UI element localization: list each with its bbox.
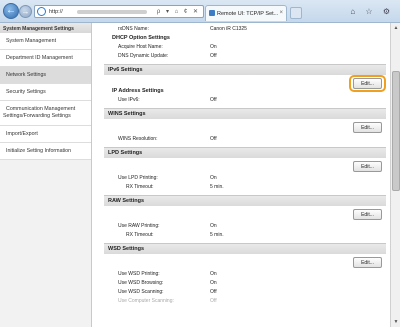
setting-label: Use IPv6:	[118, 97, 140, 103]
setting-label: Use WSD Browsing:	[118, 280, 164, 286]
setting-row: Use IPv6: Off	[104, 96, 386, 105]
setting-row: Use Computer Scanning: Off	[104, 297, 386, 306]
setting-value: On	[210, 280, 217, 286]
setting-value: Off	[210, 97, 217, 103]
sidebar-item-label: Communication Management	[6, 106, 76, 112]
setting-label: Use LPD Printing:	[118, 175, 158, 181]
scroll-up-icon[interactable]: ▲	[392, 24, 400, 32]
back-button[interactable]: ←	[3, 3, 19, 19]
sidebar-item-network-settings[interactable]: Network Settings	[0, 67, 91, 84]
setting-row: Use WSD Scanning: Off	[104, 288, 386, 297]
setting-label: RX Timeout:	[126, 232, 154, 238]
setting-value: 5 min.	[210, 232, 224, 238]
sidebar-item-department-id[interactable]: Department ID Management	[0, 50, 91, 67]
setting-row: WINS Resolution: Off	[104, 135, 386, 144]
lpd-section-header: LPD Settings	[104, 147, 386, 158]
ipv6-edit-button[interactable]: Edit...	[353, 78, 382, 89]
setting-value: On	[210, 175, 217, 181]
setting-label: Use WSD Printing:	[118, 271, 160, 277]
raw-edit-row: Edit...	[104, 206, 386, 222]
address-redacted	[77, 10, 147, 14]
ipv6-section-header: IPv6 Settings	[104, 64, 386, 75]
setting-value: On	[210, 223, 217, 229]
sidebar-header: System Management Settings	[0, 23, 91, 33]
setting-row: Use WSD Browsing: On	[104, 279, 386, 288]
sidebar-item-system-management[interactable]: System Management	[0, 33, 91, 50]
setting-value: On	[210, 271, 217, 277]
setting-value: Off	[210, 298, 217, 304]
tab-close-icon[interactable]: ×	[279, 10, 283, 16]
browser-chrome: ← → http:// ρ ▾ ⌂ ¢ ✕ Remote UI: TCP/IP …	[0, 0, 400, 23]
setting-row: Acquire Host Name: On	[104, 43, 386, 52]
setting-value: Off	[210, 289, 217, 295]
browser-tab[interactable]: Remote UI: TCP/IP Set... ×	[205, 5, 287, 21]
scroll-down-icon[interactable]: ▼	[392, 318, 400, 326]
sidebar-item-initialize[interactable]: Initialize Setting Information	[0, 143, 91, 160]
raw-section-header: RAW Settings	[104, 195, 386, 206]
ie-logo-icon	[37, 7, 46, 16]
setting-row: RX Timeout: 5 min.	[104, 183, 386, 192]
vertical-scrollbar[interactable]: ▲ ▼	[390, 23, 400, 327]
sidebar-item-communication-management[interactable]: Communication Management Settings/Forwar…	[0, 101, 91, 126]
address-bar[interactable]: http:// ρ ▾ ⌂ ¢ ✕	[34, 5, 204, 18]
setting-row: Use WSD Printing: On	[104, 270, 386, 279]
setting-row: DNS Dynamic Update: Off	[104, 52, 386, 61]
setting-row: Use RAW Printing: On	[104, 222, 386, 231]
settings-content: rxDNS Name: Canon iR C1325 DHCP Option S…	[104, 23, 386, 327]
back-arrow-icon: ←	[6, 5, 16, 16]
tab-title: Remote UI: TCP/IP Set...	[217, 11, 279, 17]
setting-label: Use Computer Scanning:	[118, 298, 174, 304]
setting-row: rxDNS Name: Canon iR C1325	[104, 25, 386, 34]
wins-edit-button[interactable]: Edit...	[353, 122, 382, 133]
new-tab-button[interactable]	[290, 7, 302, 19]
address-tools-icons[interactable]: ρ ▾ ⌂ ¢ ✕	[157, 8, 200, 15]
favicon-icon	[209, 10, 215, 16]
raw-edit-button[interactable]: Edit...	[353, 209, 382, 220]
wsd-edit-button[interactable]: Edit...	[353, 257, 382, 268]
home-favorites-settings-icons[interactable]: ⌂ ☆ ⚙	[350, 7, 394, 16]
setting-label: DNS Dynamic Update:	[118, 53, 169, 59]
setting-label: Acquire Host Name:	[118, 44, 163, 50]
setting-value: Off	[210, 53, 217, 59]
setting-value: On	[210, 44, 217, 50]
wins-edit-row: Edit...	[104, 119, 386, 135]
setting-row: RX Timeout: 5 min.	[104, 231, 386, 240]
setting-label: RX Timeout:	[126, 184, 154, 190]
setting-label: rxDNS Name:	[118, 26, 149, 32]
lpd-edit-button[interactable]: Edit...	[353, 161, 382, 172]
forward-arrow-icon: →	[21, 7, 30, 16]
setting-label: WINS Resolution:	[118, 136, 158, 142]
dhcp-subtitle: DHCP Option Settings	[112, 35, 170, 41]
address-url: http://	[49, 9, 63, 15]
setting-label: Use WSD Scanning:	[118, 289, 164, 295]
forward-button[interactable]: →	[19, 5, 32, 18]
setting-value: 5 min.	[210, 184, 224, 190]
sidebar-item-import-export[interactable]: Import/Export	[0, 126, 91, 143]
sidebar: System Management Settings System Manage…	[0, 23, 92, 327]
ipv6-edit-row: Edit...	[104, 75, 386, 92]
sidebar-item-security-settings[interactable]: Security Settings	[0, 84, 91, 101]
wsd-section-header: WSD Settings	[104, 243, 386, 254]
scroll-thumb[interactable]	[392, 71, 400, 191]
page: System Management Settings System Manage…	[0, 23, 400, 327]
wins-section-header: WINS Settings	[104, 108, 386, 119]
lpd-edit-row: Edit...	[104, 158, 386, 174]
wsd-edit-row: Edit...	[104, 254, 386, 270]
setting-value: Canon iR C1325	[210, 26, 247, 32]
setting-value: Off	[210, 136, 217, 142]
setting-row: Use LPD Printing: On	[104, 174, 386, 183]
setting-label: Use RAW Printing:	[118, 223, 160, 229]
sidebar-item-label: Settings/Forwarding Settings	[3, 113, 71, 119]
